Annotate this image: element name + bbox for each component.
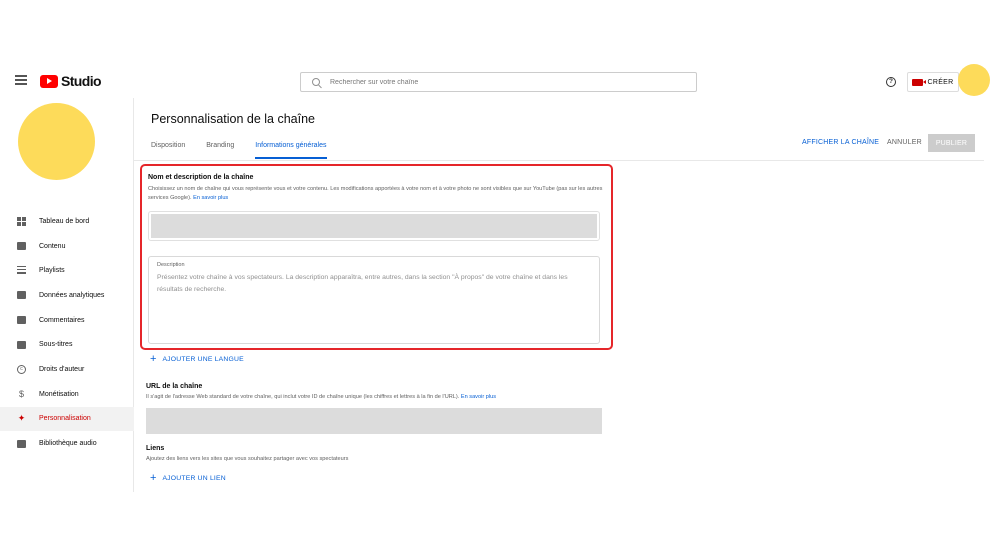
dollar-icon: $ xyxy=(18,389,24,400)
menu-icon[interactable] xyxy=(15,75,27,85)
tab-basic-info[interactable]: Informations générales xyxy=(255,142,327,159)
help-icon[interactable]: ? xyxy=(886,77,896,87)
channel-avatar[interactable] xyxy=(18,103,95,180)
view-channel-button[interactable]: AFFICHER LA CHAÎNE xyxy=(802,139,879,146)
sidebar-item-label: Playlists xyxy=(39,267,65,275)
playlists-icon xyxy=(17,265,26,275)
redacted-channel-name xyxy=(151,214,597,238)
studio-logo[interactable]: Studio xyxy=(40,73,102,89)
youtube-play-icon xyxy=(40,74,58,88)
redacted-channel-url xyxy=(146,408,602,434)
sidebar-item-label: Bibliothèque audio xyxy=(39,440,97,448)
sidebar-item-dashboard[interactable]: Tableau de bord xyxy=(0,209,134,234)
sidebar-item-label: Tableau de bord xyxy=(39,217,90,225)
sidebar-nav: Tableau de bord Contenu Playlists Donnée… xyxy=(0,209,134,456)
url-section-text: Il s'agit de l'adresse Web standard de v… xyxy=(146,394,460,400)
cancel-button[interactable]: ANNULER xyxy=(887,139,922,146)
add-link-button[interactable]: + AJOUTER UN LIEN xyxy=(150,472,226,484)
sidebar-item-copyright[interactable]: c Droits d'auteur xyxy=(0,357,134,382)
sidebar-item-label: Données analytiques xyxy=(39,291,105,299)
video-camera-icon xyxy=(912,78,927,86)
url-section-title: URL de la chaîne xyxy=(146,383,203,390)
audio-library-icon xyxy=(17,439,26,448)
plus-icon: + xyxy=(150,353,157,365)
account-avatar[interactable] xyxy=(958,64,990,96)
main-content: Personnalisation de la chaîne Dispositio… xyxy=(134,98,1000,492)
sidebar-item-label: Contenu xyxy=(39,242,66,250)
publish-button[interactable]: PUBLIER xyxy=(928,134,975,152)
sidebar-item-playlists[interactable]: Playlists xyxy=(0,258,134,283)
sidebar-item-comments[interactable]: Commentaires xyxy=(0,308,134,333)
tab-layout[interactable]: Disposition xyxy=(151,142,185,159)
add-language-button[interactable]: + AJOUTER UNE LANGUE xyxy=(150,353,244,365)
analytics-icon xyxy=(17,291,26,300)
content-icon xyxy=(17,242,26,251)
tab-bar: Disposition Branding Informations généra… xyxy=(151,142,348,159)
description-field[interactable]: Description Présentez votre chaîne à vos… xyxy=(148,256,600,344)
magic-wand-icon: ✦ xyxy=(17,413,26,424)
sidebar-item-label: Personnalisation xyxy=(39,415,91,423)
name-section-title: Nom et description de la chaîne xyxy=(148,174,254,181)
subtitles-icon xyxy=(17,340,26,349)
tabs-divider xyxy=(134,160,984,161)
sidebar-item-label: Sous-titres xyxy=(39,341,73,349)
create-button-label: CRÉER xyxy=(927,78,954,86)
page-title: Personnalisation de la chaîne xyxy=(151,112,316,126)
sidebar-item-analytics[interactable]: Données analytiques xyxy=(0,283,134,308)
comments-icon xyxy=(17,316,26,325)
youtube-studio-app: Studio ? CRÉER Tableau de bord Contenu xyxy=(0,62,1000,492)
description-placeholder: Présentez votre chaîne à vos spectateurs… xyxy=(157,274,568,293)
url-section-description: Il s'agit de l'adresse Web standard de v… xyxy=(146,393,606,402)
sidebar-item-customization[interactable]: ✦ Personnalisation xyxy=(0,406,134,432)
sidebar-item-label: Commentaires xyxy=(39,316,85,324)
add-language-label: AJOUTER UNE LANGUE xyxy=(162,355,244,363)
copyright-icon: c xyxy=(17,364,26,374)
sidebar-item-monetization[interactable]: $ Monétisation xyxy=(0,382,134,407)
search-input[interactable] xyxy=(330,78,690,86)
links-section-description: Ajoutez des liens vers les sites que vou… xyxy=(146,456,349,462)
sidebar-item-audio-library[interactable]: Bibliothèque audio xyxy=(0,431,134,456)
url-learn-more-link[interactable]: En savoir plus xyxy=(461,394,496,400)
create-button[interactable]: CRÉER xyxy=(907,72,959,92)
plus-icon: + xyxy=(150,472,157,484)
tab-branding[interactable]: Branding xyxy=(206,142,234,159)
sidebar-item-content[interactable]: Contenu xyxy=(0,234,134,259)
channel-name-field[interactable] xyxy=(148,211,600,241)
top-bar: Studio ? CRÉER xyxy=(0,62,1000,98)
sidebar: Tableau de bord Contenu Playlists Donnée… xyxy=(0,98,134,492)
name-section-description: Choisissez un nom de chaîne qui vous rep… xyxy=(148,185,603,203)
sidebar-item-subtitles[interactable]: Sous-titres xyxy=(0,332,134,357)
search-icon xyxy=(312,78,320,86)
sidebar-item-label: Droits d'auteur xyxy=(39,365,85,373)
search-bar[interactable] xyxy=(300,72,697,92)
links-section-title: Liens xyxy=(146,445,165,452)
logo-text: Studio xyxy=(61,73,102,89)
dashboard-icon xyxy=(17,216,26,226)
description-label: Description xyxy=(157,262,185,268)
sidebar-item-label: Monétisation xyxy=(39,390,79,398)
add-link-label: AJOUTER UN LIEN xyxy=(162,474,226,482)
learn-more-link[interactable]: En savoir plus xyxy=(193,195,228,201)
